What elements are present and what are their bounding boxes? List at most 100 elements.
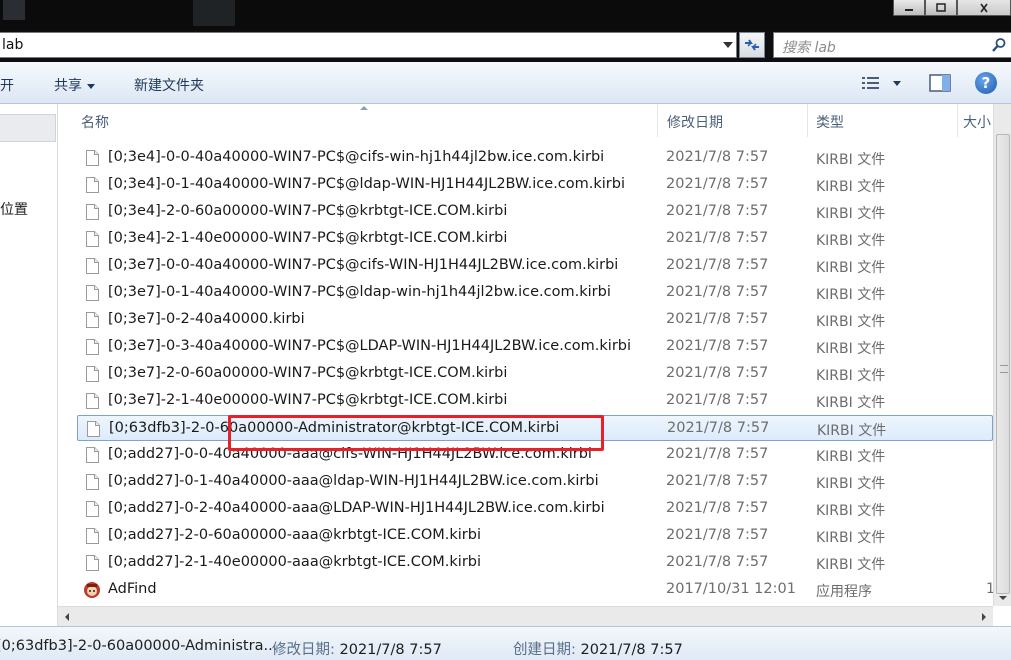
search-icon[interactable]: [991, 37, 1007, 53]
file-type: 应用程序: [816, 584, 872, 600]
file-icon: [86, 204, 99, 220]
file-type: KIRBI 文件: [817, 423, 887, 439]
horizontal-scrollbar[interactable]: [58, 606, 993, 626]
taskbar-ghost: [193, 0, 235, 26]
address-path: lab: [2, 37, 24, 53]
column-divider[interactable]: [807, 104, 808, 137]
file-type: KIRBI 文件: [816, 179, 886, 195]
minimize-icon: [905, 8, 913, 11]
nav-item-location[interactable]: 位置: [0, 199, 28, 219]
file-type: KIRBI 文件: [816, 206, 886, 222]
file-name: [0;3e4]-2-1-40e00000-WIN7-PC$@krbtgt-ICE…: [108, 230, 508, 246]
file-row[interactable]: [0;3e7]-0-0-40a40000-WIN7-PC$@cifs-WIN-H…: [77, 253, 993, 279]
address-bar[interactable]: lab: [0, 32, 737, 58]
refresh-icon: [745, 39, 759, 51]
file-type: KIRBI 文件: [816, 260, 886, 276]
file-row[interactable]: [0;3e7]-0-2-40a40000.kirbi 2021/7/8 7:57 K…: [77, 307, 993, 333]
file-date: 2021/7/8 7:57: [666, 527, 769, 543]
file-type: KIRBI 文件: [816, 368, 886, 384]
file-icon: [86, 339, 99, 355]
file-row[interactable]: [0;add27]-2-0-60a00000-aaa@krbtgt-ICE.CO…: [77, 523, 993, 549]
file-name: [0;3e7]-0-2-40a40000.kirbi: [108, 311, 305, 327]
file-name: [0;add27]-2-1-40e00000-aaa@krbtgt-ICE.CO…: [108, 554, 482, 570]
scroll-down-icon[interactable]: [999, 596, 1007, 600]
navigation-pane: 位置: [0, 104, 58, 626]
file-date: 2021/7/8 7:57: [666, 446, 769, 462]
created-value: 2021/7/8 7:57: [580, 642, 683, 658]
help-icon[interactable]: ?: [975, 72, 997, 94]
maximize-icon: [936, 2, 946, 12]
column-date[interactable]: 修改日期: [667, 112, 723, 132]
refresh-button[interactable]: [739, 32, 765, 58]
file-icon: [86, 285, 99, 301]
file-row[interactable]: [0;3e7]-2-1-40e00000-WIN7-PC$@krbtgt-ICE…: [77, 388, 993, 414]
column-type[interactable]: 类型: [816, 112, 844, 132]
file-row[interactable]: [0;3e4]-2-0-60a00000-WIN7-PC$@krbtgt-ICE…: [77, 199, 993, 225]
column-name[interactable]: 名称: [81, 112, 109, 132]
file-icon: [86, 528, 99, 544]
scroll-right-icon[interactable]: [982, 613, 986, 621]
preview-pane-icon[interactable]: [929, 74, 951, 92]
file-type: KIRBI 文件: [816, 287, 886, 303]
file-row[interactable]: [0;3e7]-0-1-40a40000-WIN7-PC$@ldap-win-h…: [77, 280, 993, 306]
file-icon: [86, 366, 99, 382]
file-row[interactable]: [0;3e7]-0-3-40a40000-WIN7-PC$@LDAP-WIN-H…: [77, 334, 993, 360]
details-created: 创建日期: 2021/7/8 7:57: [513, 638, 683, 659]
minimize-button[interactable]: [893, 0, 925, 16]
file-date: 2021/7/8 7:57: [666, 311, 769, 327]
vertical-scrollbar[interactable]: [993, 104, 1011, 606]
window-titlebar: [0, 0, 1011, 30]
file-date: 2021/7/8 7:57: [666, 176, 769, 192]
details-filename: [0;63dfb3]-2-0-60a00000-Administra...: [0, 638, 278, 654]
scrollbar-thumb[interactable]: [996, 134, 1010, 594]
file-name: [0;3e7]-0-1-40a40000-WIN7-PC$@ldap-win-h…: [108, 284, 611, 300]
taskbar-ghost: [3, 0, 25, 20]
file-date: 2021/7/8 7:57: [666, 338, 769, 354]
search-box[interactable]: 搜索 lab: [773, 32, 1011, 58]
file-row[interactable]: [0;3e4]-2-1-40e00000-WIN7-PC$@krbtgt-ICE…: [77, 226, 993, 252]
file-type: KIRBI 文件: [816, 503, 886, 519]
file-name: [0;3e4]-0-0-40a40000-WIN7-PC$@cifs-win-h…: [108, 149, 605, 165]
share-label: 共享: [54, 78, 82, 94]
close-button[interactable]: [957, 0, 1011, 16]
search-input[interactable]: 搜索 lab: [782, 37, 836, 57]
column-divider[interactable]: [657, 104, 658, 137]
file-name: [0;add27]-2-0-60a00000-aaa@krbtgt-ICE.CO…: [108, 527, 481, 543]
file-type: KIRBI 文件: [816, 530, 886, 546]
open-button[interactable]: 打开: [0, 75, 14, 95]
file-row[interactable]: [0;3e4]-0-1-40a40000-WIN7-PC$@ldap-WIN-H…: [77, 172, 993, 198]
file-date: 2021/7/8 7:57: [666, 365, 769, 381]
file-name: [0;3e7]-0-0-40a40000-WIN7-PC$@cifs-WIN-H…: [108, 257, 619, 273]
close-icon: [980, 3, 988, 12]
file-row[interactable]: [0;add27]-0-2-40a40000-aaa@LDAP-WIN-HJ1H…: [77, 496, 993, 522]
modified-value: 2021/7/8 7:57: [339, 642, 442, 658]
file-name: [0;3e4]-2-0-60a00000-WIN7-PC$@krbtgt-ICE…: [108, 203, 508, 219]
column-divider[interactable]: [957, 104, 958, 137]
file-row[interactable]: [0;add27]-0-1-40a40000-aaa@ldap-WIN-HJ1H…: [77, 469, 993, 495]
file-type: KIRBI 文件: [816, 395, 886, 411]
view-options-icon[interactable]: [861, 75, 881, 91]
file-row[interactable]: [0;3e4]-0-0-40a40000-WIN7-PC$@cifs-win-h…: [77, 145, 993, 171]
file-type: KIRBI 文件: [816, 152, 886, 168]
file-row[interactable]: [0;add27]-0-0-40a40000-aaa@cifs-WIN-HJ1H…: [77, 442, 993, 468]
file-row[interactable]: AdFind 2017/10/31 12:01 应用程序 1: [77, 577, 995, 603]
share-button[interactable]: 共享: [54, 75, 95, 95]
chevron-down-icon[interactable]: [723, 42, 733, 48]
file-row[interactable]: [0;63dfb3]-2-0-60a00000-Administrator@kr…: [77, 415, 993, 441]
file-icon: [86, 447, 99, 463]
chevron-down-icon[interactable]: [893, 81, 901, 86]
file-icon: [86, 312, 99, 328]
maximize-button[interactable]: [925, 0, 957, 16]
new-folder-button[interactable]: 新建文件夹: [134, 75, 204, 95]
scroll-left-icon[interactable]: [65, 613, 69, 621]
nav-item-selected[interactable]: [0, 114, 56, 142]
file-icon: [86, 177, 99, 193]
file-type: KIRBI 文件: [816, 476, 886, 492]
file-name: AdFind: [108, 581, 157, 597]
file-row[interactable]: [0;add27]-2-1-40e00000-aaa@krbtgt-ICE.CO…: [77, 550, 993, 576]
column-size[interactable]: 大小: [963, 112, 991, 132]
file-icon: [86, 258, 99, 274]
file-row[interactable]: [0;3e7]-2-0-60a00000-WIN7-PC$@krbtgt-ICE…: [77, 361, 993, 387]
details-pane: [0;63dfb3]-2-0-60a00000-Administra... 修改…: [0, 626, 1011, 660]
file-date: 2021/7/8 7:57: [666, 500, 769, 516]
